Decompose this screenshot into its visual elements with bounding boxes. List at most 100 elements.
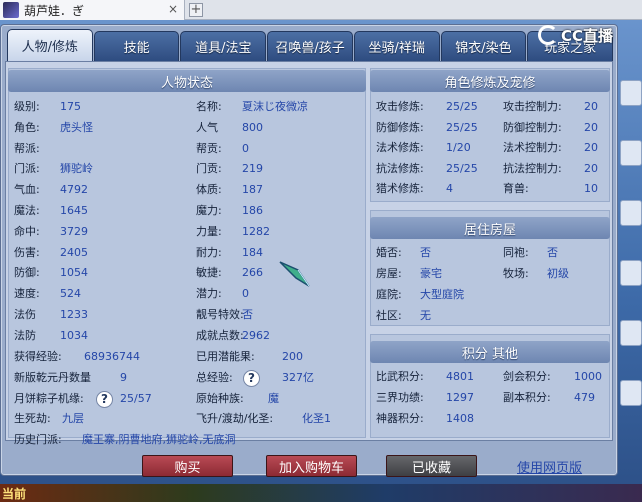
qianyuan-value: 9: [120, 370, 127, 384]
cart-icon[interactable]: [620, 80, 642, 106]
panel-tabs: 人物/修炼 技能 道具/法宝 召唤兽/孩子 坐骑/祥瑞 锦衣/染色 玩家之家: [7, 29, 614, 61]
use-web-version-link[interactable]: 使用网页版: [517, 457, 582, 476]
status-value: 187: [242, 182, 263, 196]
status-label: 级别:: [14, 100, 40, 113]
ranch-label: 牧场:: [503, 267, 529, 280]
history-label: 历史门派:: [14, 433, 62, 446]
points-label: 剑会积分:: [503, 370, 551, 383]
status-value: 1282: [242, 224, 270, 238]
tab-mounts[interactable]: 坐骑/祥瑞: [353, 31, 440, 61]
cultivation-label: 攻击修炼:: [376, 100, 424, 113]
status-value: 4792: [60, 182, 88, 196]
exp-label: 获得经验:: [14, 350, 62, 363]
married-label: 婚否:: [376, 246, 402, 259]
house-value: 豪宅: [420, 267, 442, 280]
points-value: 1000: [574, 369, 602, 383]
status-value: 狮驼岭: [60, 162, 93, 175]
browser-tab-bar: 葫芦娃．ぎ × +: [0, 0, 642, 20]
race-label: 原始种族:: [196, 392, 244, 405]
cultivation-value: 25/25: [446, 161, 478, 175]
buy-button[interactable]: 购买: [142, 455, 233, 477]
total-exp-help-icon[interactable]: ?: [243, 369, 260, 387]
total-exp-value: 327亿: [282, 371, 314, 384]
status-value: 3729: [60, 224, 88, 238]
control-label: 育兽:: [503, 182, 529, 195]
saved-button[interactable]: 已收藏: [386, 455, 477, 477]
control-value: 20: [584, 120, 598, 134]
cultivation-label: 猎术修炼:: [376, 182, 424, 195]
housing-header: 居住房屋: [370, 217, 610, 239]
cultivation-value: 1/20: [446, 140, 471, 154]
potential-label: 已用潜能果:: [196, 350, 255, 363]
feather-cursor-icon: [279, 261, 310, 287]
house-label: 房屋:: [376, 267, 402, 280]
cart-icon[interactable]: [620, 140, 642, 166]
status-value: 186: [242, 203, 263, 217]
close-tab-icon[interactable]: ×: [166, 3, 180, 17]
status-value: 800: [242, 120, 263, 134]
add-to-cart-button[interactable]: 加入购物车: [266, 455, 357, 477]
points-value: 479: [574, 390, 595, 404]
moon-value: 25/57: [120, 391, 152, 405]
status-label: 法伤: [14, 308, 36, 321]
status-value: 2962: [242, 328, 270, 342]
tab-character[interactable]: 人物/修炼: [7, 29, 93, 61]
moon-help-icon[interactable]: ?: [96, 390, 113, 408]
tab-outfits[interactable]: 锦衣/染色: [440, 31, 527, 61]
status-label: 力量:: [196, 225, 222, 238]
current-label: 当前: [2, 487, 27, 501]
cultivation-label: 法术修炼:: [376, 141, 424, 154]
status-label: 伤害:: [14, 246, 40, 259]
status-label: 敏捷:: [196, 266, 222, 279]
history-value: 魔王寨,阴曹地府,狮驼岭,无底洞: [82, 433, 236, 446]
tab-skills[interactable]: 技能: [93, 31, 180, 61]
cart-icon[interactable]: [620, 320, 642, 346]
points-label: 比武积分:: [376, 370, 424, 383]
total-exp-label: 总经验:: [196, 371, 233, 384]
potential-value: 200: [282, 349, 303, 363]
status-label: 人气: [196, 121, 218, 134]
points-label: 神器积分:: [376, 412, 424, 425]
cart-icon[interactable]: [620, 260, 642, 286]
status-label: 魔力:: [196, 204, 222, 217]
points-header: 积分 其他: [370, 341, 610, 363]
status-header: 人物状态: [8, 70, 366, 92]
character-avatar-icon: [3, 2, 19, 18]
status-label: 角色:: [14, 121, 40, 134]
community-value: 无: [420, 309, 431, 322]
status-value: 否: [242, 308, 253, 321]
status-value: 虎头怪: [60, 121, 93, 134]
tab-summons[interactable]: 召唤兽/孩子: [267, 31, 353, 61]
tab-items[interactable]: 道具/法宝: [180, 31, 267, 61]
status-value: 2405: [60, 245, 88, 259]
control-value: 20: [584, 99, 598, 113]
game-screen: 葫芦娃．ぎ × + 人物/修炼 技能 道具/法宝 召唤兽/孩子 坐骑/祥瑞 锦衣…: [0, 0, 642, 502]
status-label: 成就点数:: [196, 329, 244, 342]
status-value: 266: [242, 265, 263, 279]
cart-icon[interactable]: [620, 380, 642, 406]
control-label: 攻击控制力:: [503, 100, 562, 113]
status-label: 靓号特效:: [196, 308, 244, 321]
status-value: 夏沫じ夜微凉: [242, 100, 308, 113]
points-value: 1297: [446, 390, 474, 404]
status-label: 门派:: [14, 162, 40, 175]
cultivation-label: 防御修炼:: [376, 121, 424, 134]
tab-content: 人物状态 级别: 175 角色: 虎头怪 帮派: 门派: 狮驼岭 气血: 4792 魔法: 1645…: [5, 61, 613, 446]
status-label: 潜力:: [196, 287, 222, 300]
cc-logo-icon: [538, 25, 558, 45]
browser-tab-title: 葫芦娃．ぎ: [24, 3, 85, 18]
sworn-label: 同袍:: [503, 246, 529, 259]
ascend-label: 飞升/渡劫/化圣:: [196, 412, 274, 425]
browser-tab[interactable]: 葫芦娃．ぎ ×: [0, 0, 185, 20]
status-label: 命中:: [14, 225, 40, 238]
status-value: 524: [60, 286, 81, 300]
status-value: 184: [242, 245, 263, 259]
new-tab-icon[interactable]: +: [189, 3, 203, 17]
game-bottom-bar: 当前: [0, 484, 642, 502]
status-label: 耐力:: [196, 246, 222, 259]
status-value: 1233: [60, 307, 88, 321]
character-info-panel: 人物/修炼 技能 道具/法宝 召唤兽/孩子 坐骑/祥瑞 锦衣/染色 玩家之家 人…: [0, 24, 618, 477]
cart-icon[interactable]: [620, 200, 642, 226]
status-label: 体质:: [196, 183, 222, 196]
points-label: 副本积分:: [503, 391, 551, 404]
